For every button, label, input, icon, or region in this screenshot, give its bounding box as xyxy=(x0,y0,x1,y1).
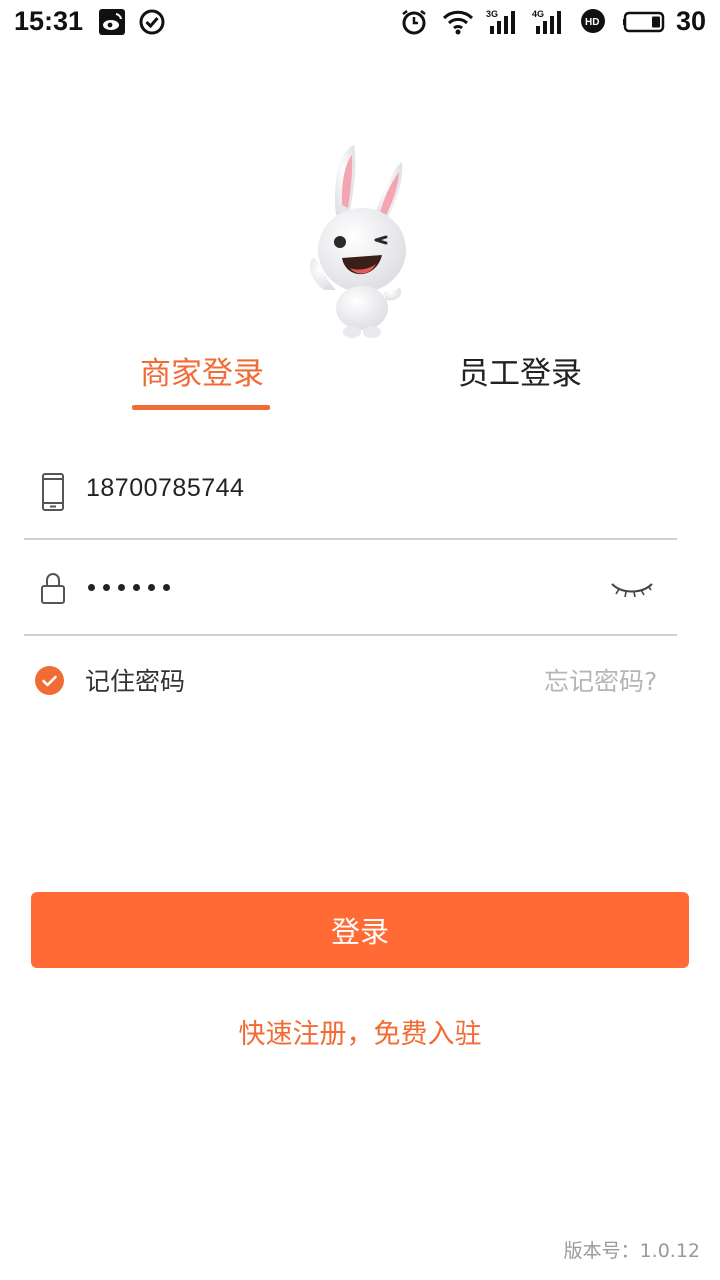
remember-password-checkbox[interactable] xyxy=(35,666,64,695)
status-time: 15:31 xyxy=(14,6,84,36)
battery-icon xyxy=(623,11,665,33)
version-label: 版本号：1.0.12 xyxy=(563,1240,700,1262)
eye-closed-icon[interactable] xyxy=(610,578,654,600)
password-mask-dot xyxy=(163,584,170,591)
weibo-icon xyxy=(99,9,125,35)
password-mask-dot xyxy=(88,584,95,591)
alarm-icon xyxy=(402,10,426,35)
signal-3g-icon: 3G xyxy=(486,9,515,34)
login-button[interactable]: 登录 xyxy=(31,892,689,968)
svg-text:3G: 3G xyxy=(486,9,498,19)
password-field[interactable] xyxy=(24,542,677,636)
password-mask-dot xyxy=(133,584,140,591)
signal-4g-icon: 4G xyxy=(532,9,561,34)
phone-field[interactable]: 18700785744 xyxy=(24,446,677,540)
forgot-password-link[interactable]: 忘记密码? xyxy=(544,662,657,698)
hd-icon: HD xyxy=(581,9,605,33)
lock-icon xyxy=(41,573,65,604)
svg-text:HD: HD xyxy=(585,17,599,28)
mascot-rabbit-image xyxy=(309,145,406,338)
password-mask-dot xyxy=(103,584,110,591)
svg-text:4G: 4G xyxy=(532,9,544,19)
battery-level: 30 xyxy=(676,6,707,36)
tab-merchant-login[interactable]: 商家登录 xyxy=(140,348,264,393)
password-input-masked[interactable] xyxy=(88,572,170,591)
check-circle-icon xyxy=(139,9,165,35)
checkmark-icon xyxy=(42,675,57,687)
tab-staff-login[interactable]: 员工登录 xyxy=(458,348,582,393)
active-tab-indicator xyxy=(132,405,270,410)
remember-password-label[interactable]: 记住密码 xyxy=(85,662,185,698)
password-mask-dot xyxy=(148,584,155,591)
status-bar: 15:31 3G 4G HD 30 xyxy=(0,0,720,46)
phone-input-value[interactable]: 18700785744 xyxy=(86,474,244,503)
phone-icon xyxy=(42,473,64,511)
quick-register-link[interactable]: 快速注册，免费入驻 xyxy=(0,1012,720,1051)
password-mask-dot xyxy=(118,584,125,591)
wifi-icon xyxy=(442,10,474,35)
